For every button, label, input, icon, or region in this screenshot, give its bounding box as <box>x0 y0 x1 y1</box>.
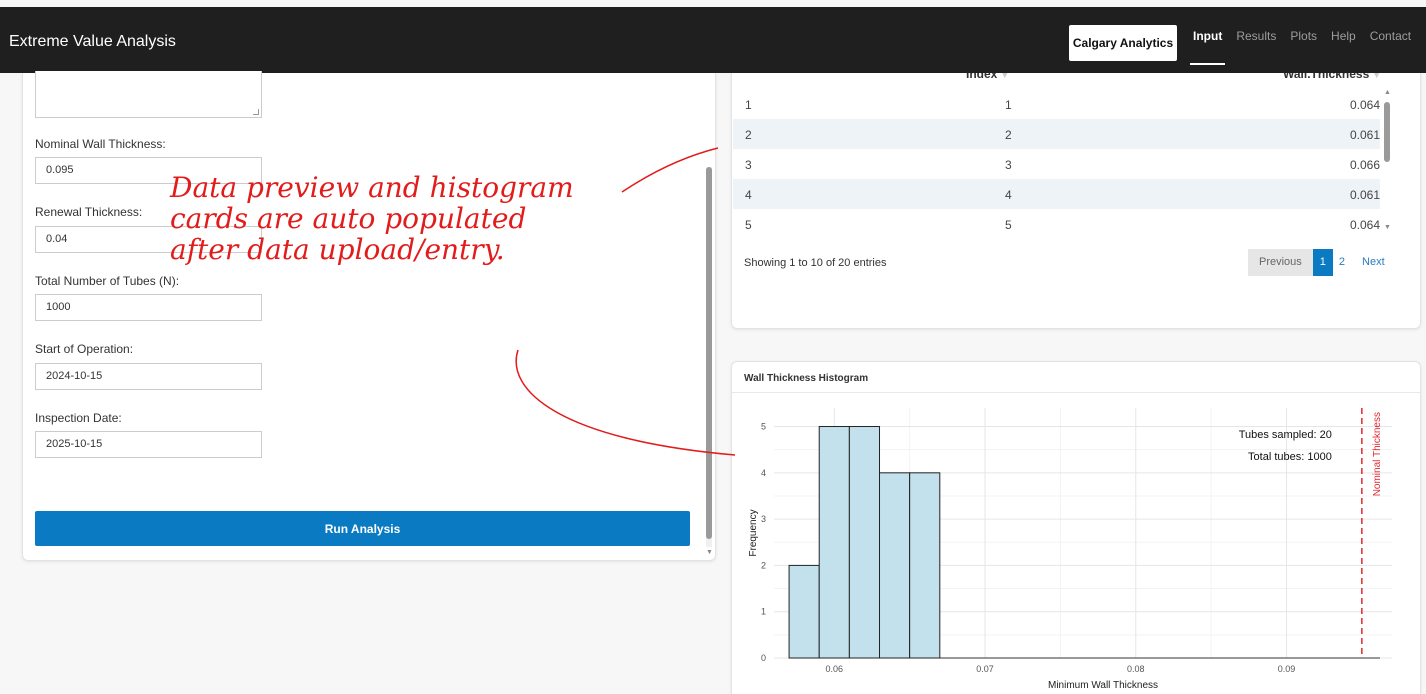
run-analysis-button[interactable]: Run Analysis <box>35 511 690 546</box>
column-header-index[interactable]: Index ▼ <box>966 73 1009 81</box>
nominal-thickness-label: Nominal Thickness <box>1372 412 1383 496</box>
table-row[interactable]: 4 4 0.061 <box>733 179 1380 209</box>
index-cell: 4 <box>1005 188 1012 202</box>
sort-icon: ▼ <box>1000 73 1010 80</box>
data-preview-card: Index ▼ Wall.Thickness ▼ 1 1 0.064 2 2 0.0… <box>731 73 1421 329</box>
inspection-date-input[interactable]: 2025-10-15 <box>35 431 262 458</box>
page-1-button[interactable]: 1 <box>1312 249 1333 276</box>
next-page-button[interactable]: Next <box>1351 249 1396 276</box>
histogram-bar <box>909 472 941 659</box>
table-row[interactable]: 5 5 0.064 <box>733 209 1380 239</box>
left-scrollbar-thumb[interactable] <box>706 167 712 539</box>
sort-icon: ▼ <box>1372 73 1382 80</box>
x-axis-label: Minimum Wall Thickness <box>1048 680 1158 691</box>
nav-tab-help[interactable]: Help <box>1324 7 1363 73</box>
column-header-wall-thickness[interactable]: Wall.Thickness ▼ <box>1283 73 1381 81</box>
wall-thickness-cell: 0.061 <box>1349 128 1380 142</box>
table-scrollbar-thumb[interactable] <box>1384 102 1390 162</box>
table-row[interactable]: 3 3 0.066 <box>733 149 1380 179</box>
input-card: Nominal Wall Thickness: 0.095 Renewal Th… <box>22 71 716 561</box>
index-cell: 5 <box>1005 218 1012 232</box>
x-tick-label: 0.09 <box>1278 664 1296 674</box>
scroll-up-arrow-icon[interactable]: ▲ <box>1384 89 1391 96</box>
navbar: Extreme Value Analysis Calgary Analytics… <box>0 7 1426 73</box>
histogram-bar <box>879 472 911 659</box>
wall-thickness-cell: 0.066 <box>1349 158 1380 172</box>
row-number: 2 <box>745 128 752 142</box>
table-scrollbar[interactable]: ▲ ▼ <box>1383 86 1391 236</box>
y-tick-label: 2 <box>761 560 766 570</box>
x-tick-label: 0.08 <box>1127 664 1145 674</box>
column-header-wall-thickness-label: Wall.Thickness <box>1283 73 1370 81</box>
page-2-button[interactable]: 2 <box>1332 249 1352 276</box>
table-info: Showing 1 to 10 of 20 entries <box>744 257 887 269</box>
y-axis-label: Frequency <box>748 509 759 556</box>
nominal-thickness-label: Nominal Wall Thickness: <box>35 137 166 151</box>
resize-handle[interactable] <box>253 109 259 115</box>
nav-tab-results[interactable]: Results <box>1229 7 1283 73</box>
previous-page-button[interactable]: Previous <box>1248 249 1313 276</box>
y-tick-label: 3 <box>761 514 766 524</box>
row-number: 3 <box>745 158 752 172</box>
histogram-bar <box>788 564 820 659</box>
row-number: 1 <box>745 98 752 112</box>
nav-links: Input Results Plots Help Contact <box>1186 7 1418 73</box>
app-title: Extreme Value Analysis <box>9 33 176 50</box>
scroll-down-arrow-icon[interactable]: ▼ <box>1384 224 1391 231</box>
total-tubes-annotation: Total tubes: 1000 <box>1248 451 1332 463</box>
wall-thickness-cell: 0.064 <box>1349 218 1380 232</box>
company-logo: Calgary Analytics <box>1069 25 1177 61</box>
histogram-bar <box>848 426 881 659</box>
x-tick-label: 0.07 <box>976 664 994 674</box>
table-row[interactable]: 2 2 0.061 <box>733 119 1380 149</box>
total-tubes-label: Total Number of Tubes (N): <box>35 274 180 288</box>
pagination: Previous 1 2 Next <box>1248 249 1396 276</box>
nav-tab-contact[interactable]: Contact <box>1363 7 1418 73</box>
data-entry-textarea[interactable] <box>35 71 262 118</box>
y-tick-label: 0 <box>761 653 766 663</box>
left-scrollbar[interactable] <box>706 167 712 547</box>
column-header-index-label: Index <box>966 73 998 81</box>
tubes-sampled-annotation: Tubes sampled: 20 <box>1239 429 1332 441</box>
total-tubes-input[interactable]: 1000 <box>35 294 262 321</box>
histogram-chart: 0.06 0.07 0.08 0.09 0 1 2 3 4 5 Nominal Thickness T… <box>748 408 1392 691</box>
nav-tab-plots[interactable]: Plots <box>1283 7 1324 73</box>
wall-thickness-cell: 0.064 <box>1349 98 1380 112</box>
histogram-card: Wall Thickness Histogram 0.06 0.07 0.08 0.0… <box>731 361 1421 694</box>
table-row[interactable]: 1 1 0.064 <box>733 89 1380 119</box>
index-cell: 1 <box>1005 98 1012 112</box>
scroll-down-arrow-icon[interactable]: ▼ <box>706 549 713 556</box>
row-number: 5 <box>745 218 752 232</box>
y-tick-label: 4 <box>761 468 766 478</box>
index-cell: 3 <box>1005 158 1012 172</box>
inspection-date-label: Inspection Date: <box>35 411 122 425</box>
wall-thickness-cell: 0.061 <box>1349 188 1380 202</box>
histogram-bar <box>818 426 850 659</box>
x-tick-label: 0.06 <box>826 664 844 674</box>
renewal-thickness-label: Renewal Thickness: <box>35 205 143 219</box>
nav-tab-input[interactable]: Input <box>1186 7 1229 73</box>
start-operation-label: Start of Operation: <box>35 342 134 356</box>
row-number: 4 <box>745 188 752 202</box>
y-tick-label: 5 <box>761 422 766 432</box>
start-operation-input[interactable]: 2024-10-15 <box>35 363 262 390</box>
index-cell: 2 <box>1005 128 1012 142</box>
annotation-text: Data preview and histogram cards are aut… <box>170 171 574 266</box>
y-tick-label: 1 <box>761 607 766 617</box>
